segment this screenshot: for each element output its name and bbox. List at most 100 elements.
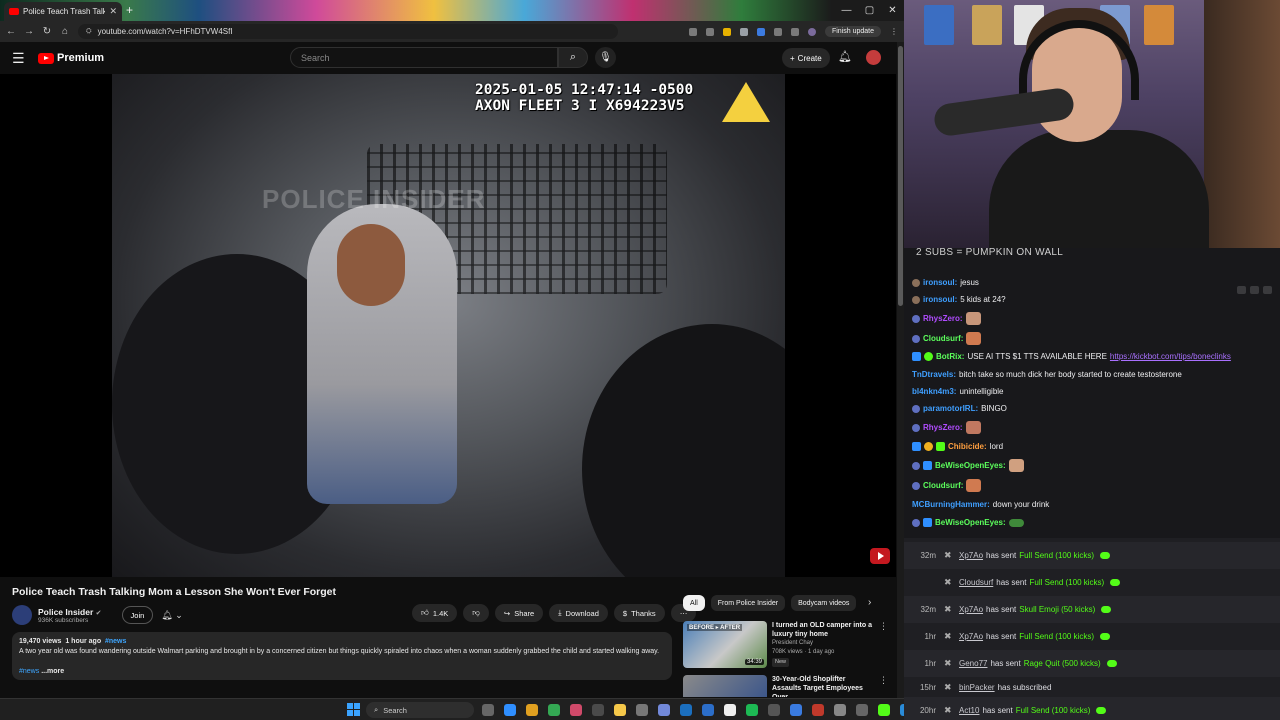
chat-username[interactable]: RhysZero: xyxy=(923,314,963,323)
finish-update-button[interactable]: Finish update xyxy=(824,26,881,37)
event-user[interactable]: binPacker xyxy=(959,683,995,692)
chip-bodycam-videos[interactable]: Bodycam videos xyxy=(791,595,857,611)
reload-icon[interactable]: ↻ xyxy=(42,26,52,37)
chat-username[interactable]: ironsoul: xyxy=(923,295,957,304)
extensions-puzzle-icon[interactable] xyxy=(773,27,782,36)
event-user[interactable]: Xp7Ao xyxy=(959,551,983,560)
steam-icon[interactable] xyxy=(680,704,692,716)
event-user[interactable]: Geno77 xyxy=(959,659,987,668)
extension-icon[interactable] xyxy=(722,27,731,36)
taskbar-search[interactable]: ⌕ Search xyxy=(366,702,474,718)
chat-username[interactable]: Chibicide: xyxy=(948,442,987,451)
voice-search-button[interactable]: 🎙︎ xyxy=(595,47,616,68)
new-tab-button[interactable]: + xyxy=(126,3,133,17)
side-panel-icon[interactable] xyxy=(790,27,799,36)
edge-icon[interactable] xyxy=(504,704,516,716)
url-field[interactable]: ⛭ youtube.com/watch?v=HFhDTVW4SfI xyxy=(78,24,618,39)
event-user[interactable]: Xp7Ao xyxy=(959,605,983,614)
file-explorer-icon[interactable] xyxy=(614,704,626,716)
spotify-icon[interactable] xyxy=(746,704,758,716)
minimize-button[interactable]: — xyxy=(835,0,858,21)
chip-all[interactable]: All xyxy=(683,595,705,611)
chat-username[interactable]: BeWiseOpenEyes: xyxy=(935,461,1006,470)
channel-watermark-icon[interactable] xyxy=(870,548,890,564)
app-icon[interactable] xyxy=(856,704,868,716)
discord-icon[interactable] xyxy=(658,704,670,716)
back-arrow-icon[interactable]: ← xyxy=(6,26,16,37)
terminal-icon[interactable] xyxy=(592,704,604,716)
channel-name[interactable]: Police Insider ✔ xyxy=(38,607,102,617)
chat-username[interactable]: MCBurningHammer: xyxy=(912,500,990,509)
subscribed-bell-button[interactable]: 🔔︎ ⌄ xyxy=(161,610,182,621)
forward-arrow-icon[interactable]: → xyxy=(24,26,34,37)
dislike-button[interactable]: 👎︎ xyxy=(463,604,489,622)
app-icon[interactable] xyxy=(768,704,780,716)
chrome-profile-icon[interactable] xyxy=(548,704,560,716)
pin-icon[interactable] xyxy=(1237,286,1246,294)
tab-close-icon[interactable]: ✕ xyxy=(109,6,117,17)
extension-icon[interactable] xyxy=(739,27,748,36)
like-button[interactable]: 👍︎ 1.4K xyxy=(412,604,458,622)
reply-icon[interactable] xyxy=(1250,286,1259,294)
channel-avatar[interactable] xyxy=(12,605,32,625)
chips-next-arrow-icon[interactable]: › xyxy=(868,597,871,608)
kick-icon[interactable] xyxy=(878,704,890,716)
event-user[interactable]: Xp7Ao xyxy=(959,632,983,641)
app-icon[interactable] xyxy=(834,704,846,716)
extension-icon[interactable] xyxy=(756,27,765,36)
account-avatar[interactable] xyxy=(866,50,881,65)
browser-tab[interactable]: Police Teach Trash Talking M ✕ xyxy=(4,2,122,21)
show-more-link[interactable]: ...more xyxy=(41,668,64,675)
chat-username[interactable]: Cloudsurf: xyxy=(923,334,963,343)
task-view-icon[interactable] xyxy=(482,704,494,716)
app-icon[interactable] xyxy=(702,704,714,716)
hashtag-link[interactable]: #news xyxy=(19,668,39,675)
maximize-button[interactable]: ▢ xyxy=(858,0,881,21)
share-button[interactable]: ↪ Share xyxy=(494,604,544,622)
app-icon[interactable] xyxy=(790,704,802,716)
install-app-icon[interactable] xyxy=(688,27,697,36)
home-icon[interactable]: ⌂ xyxy=(60,26,70,37)
video-thumbnail[interactable] xyxy=(683,675,767,697)
video-thumbnail[interactable]: BEFORE ▸ AFTER 34:39 xyxy=(683,621,767,668)
download-button[interactable]: ⤓ Download xyxy=(549,604,608,622)
bookmark-star-icon[interactable] xyxy=(705,27,714,36)
description-box[interactable]: 19,470 views 1 hour ago #news A two year… xyxy=(12,632,672,680)
event-user[interactable]: Act10 xyxy=(959,706,979,715)
close-window-button[interactable]: ✕ xyxy=(881,0,904,21)
search-button[interactable]: ⌕ xyxy=(558,47,588,68)
scrollbar-thumb[interactable] xyxy=(898,46,903,306)
recommended-channel[interactable]: President Chay xyxy=(772,639,874,648)
video-frame[interactable]: POLICE INSIDER 2025-01-05 12:47:14 -0500… xyxy=(112,74,785,577)
recommended-video[interactable]: 30-Year-Old Shoplifter Assaults Target E… xyxy=(683,675,888,697)
join-button[interactable]: Join xyxy=(121,606,154,624)
youtube-logo[interactable]: Premium xyxy=(38,52,104,64)
hamburger-menu-icon[interactable]: ☰ xyxy=(12,50,28,67)
hashtag-link[interactable]: #news xyxy=(105,638,126,645)
chat-username[interactable]: BotRix: xyxy=(936,352,964,361)
event-user[interactable]: Cloudsurf xyxy=(959,578,993,587)
profile-avatar-icon[interactable] xyxy=(807,27,816,36)
app-icon[interactable] xyxy=(812,704,824,716)
chat-username[interactable]: TnDtravels: xyxy=(912,370,956,379)
page-scrollbar[interactable] xyxy=(897,42,904,698)
video-options-icon[interactable]: ⋮ xyxy=(879,675,888,697)
browser-menu-icon[interactable]: ⋮ xyxy=(890,27,898,36)
create-button[interactable]: + Create xyxy=(782,48,830,68)
chrome-icon[interactable] xyxy=(526,704,538,716)
recommended-video[interactable]: BEFORE ▸ AFTER 34:39 I turned an OLD cam… xyxy=(683,621,888,671)
chat-username[interactable]: paramotorIRL: xyxy=(923,404,978,413)
site-info-icon[interactable]: ⛭ xyxy=(86,28,92,36)
app-icon[interactable] xyxy=(724,704,736,716)
windows-start-icon[interactable] xyxy=(347,703,360,716)
recommended-title[interactable]: I turned an OLD camper into a luxury tin… xyxy=(772,621,874,639)
video-options-icon[interactable]: ⋮ xyxy=(879,621,888,671)
more-icon[interactable] xyxy=(1263,286,1272,294)
search-input[interactable]: Search xyxy=(290,47,558,68)
chip-from-channel[interactable]: From Police Insider xyxy=(710,595,786,611)
notifications-bell-icon[interactable]: 🔔︎ xyxy=(838,50,852,63)
chat-username[interactable]: bl4nkn4m3: xyxy=(912,387,956,396)
recommended-title[interactable]: 30-Year-Old Shoplifter Assaults Target E… xyxy=(772,675,874,697)
video-player[interactable]: POLICE INSIDER 2025-01-05 12:47:14 -0500… xyxy=(0,74,896,577)
obs-icon[interactable] xyxy=(570,704,582,716)
